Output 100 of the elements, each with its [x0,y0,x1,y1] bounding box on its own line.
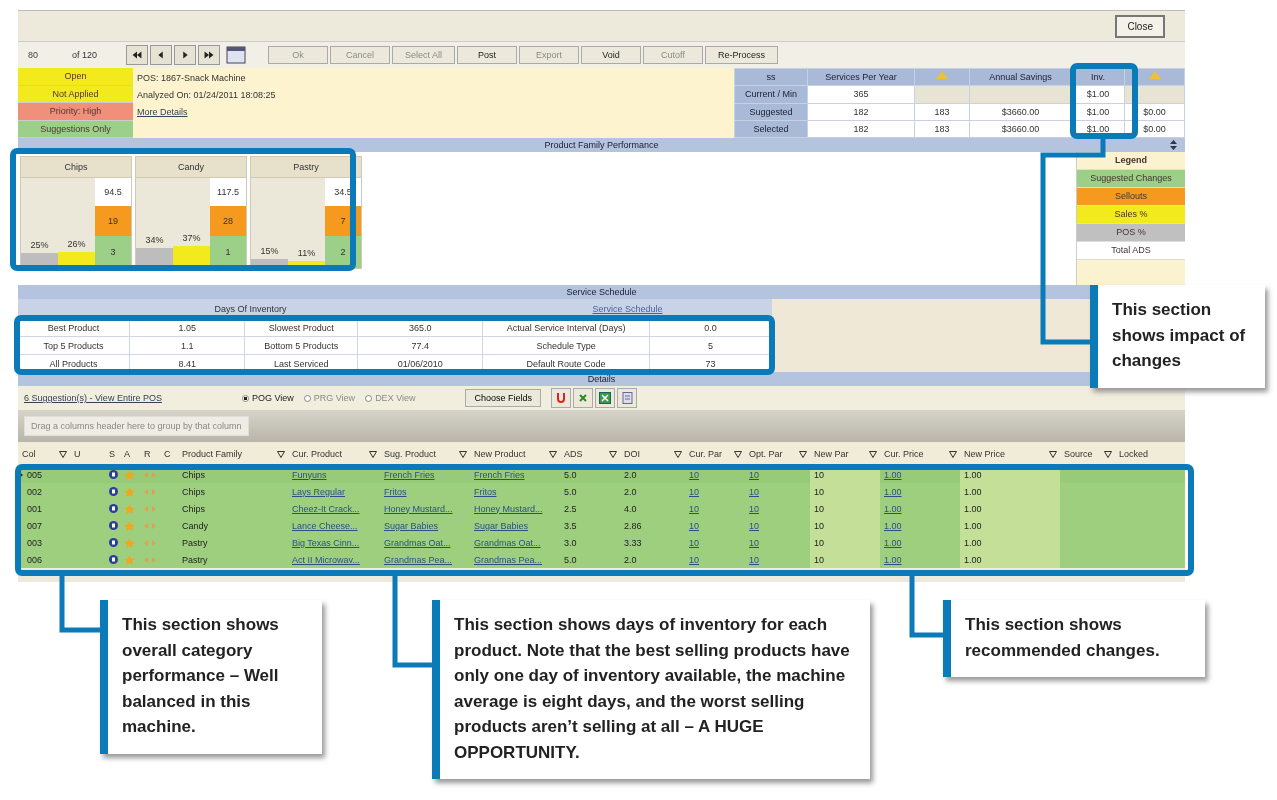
collapse-icon[interactable] [1170,140,1177,150]
table-row[interactable]: 001 Chips Cheez-It Crack... Honey Mustard... Honey Mustard... 2.5 4.0 10 10 10 1.00 1.00 [18,500,1185,517]
table-cell[interactable]: 1.00 [884,503,902,514]
column-header[interactable]: Cur. Price [884,449,924,459]
view-radio[interactable]: POG View [241,393,294,403]
table-cell[interactable]: 10 [689,520,699,531]
grid-icon[interactable] [226,46,246,64]
column-header[interactable]: Source [1064,449,1093,459]
table-cell[interactable]: 10 [749,486,759,497]
record-field[interactable]: 80 [26,49,70,61]
close-button[interactable]: Close [1115,14,1165,38]
table-cell[interactable]: 1.00 [884,537,902,548]
spreadsheet-icon[interactable] [599,392,611,404]
table-cell[interactable]: Big Texas Cinn... [292,537,360,548]
table-row[interactable]: 003 Pastry Big Texas Cinn... Grandmas Oat... Grandmas Oat... 3.0 3.33 10 10 10 1.00 1.00 [18,534,1185,551]
toolbar-button[interactable]: Void [581,46,642,64]
table-cell[interactable]: Fritos [384,486,407,497]
column-header[interactable]: Cur. Par [689,449,722,459]
filter-icon[interactable] [799,450,807,458]
filter-icon[interactable] [1049,450,1057,458]
table-cell[interactable]: 10 [689,554,699,565]
table-cell[interactable]: 1.00 [964,520,982,531]
more-details-link[interactable]: More Details [137,107,188,117]
table-cell[interactable]: 1.00 [884,520,902,531]
table-cell[interactable]: 1.00 [884,554,902,565]
table-cell[interactable]: Sugar Babies [384,520,439,531]
table-cell[interactable]: Grandmas Pea... [474,554,543,565]
document-icon[interactable] [621,392,633,404]
table-row[interactable]: 002 Chips Lays Regular Fritos Fritos 5.0 2.0 10 10 10 1.00 1.00 [18,483,1185,500]
table-cell[interactable]: 10 [749,520,759,531]
column-header[interactable]: New Product [474,449,526,459]
column-header[interactable]: DOI [624,449,640,459]
column-header[interactable]: C [164,449,171,459]
choose-fields-button[interactable]: Choose Fields [465,389,541,407]
table-cell[interactable]: 10 [814,469,824,480]
column-header[interactable]: S [109,449,115,459]
column-header[interactable]: Locked [1119,449,1149,459]
table-cell[interactable]: Grandmas Oat... [384,537,451,548]
column-header[interactable]: New Par [814,449,849,459]
table-cell[interactable]: 10 [814,486,824,497]
filter-icon[interactable] [609,450,617,458]
table-cell[interactable]: Lance Cheese... [292,520,358,531]
table-cell[interactable]: French Fries [474,469,525,480]
filter-icon[interactable] [869,450,877,458]
column-header[interactable]: ADS [564,449,583,459]
table-cell[interactable]: 10 [814,537,824,548]
column-header[interactable]: Cur. Product [292,449,343,459]
table-cell[interactable]: 10 [814,503,824,514]
table-cell[interactable]: 1.00 [964,537,982,548]
filter-icon[interactable] [1104,450,1112,458]
table-cell[interactable]: 10 [689,503,699,514]
table-cell[interactable]: Lays Regular [292,486,346,497]
table-cell[interactable]: 1.00 [884,469,902,480]
table-cell[interactable]: Fritos [474,486,497,497]
table-cell[interactable]: 10 [749,469,759,480]
table-cell[interactable]: 10 [749,554,759,565]
filter-icon[interactable] [277,450,285,458]
table-cell[interactable]: French Fries [384,469,435,480]
table-cell[interactable]: 1.00 [964,554,982,565]
filter-icon[interactable] [369,450,377,458]
table-cell[interactable]: Honey Mustard... [384,503,453,514]
column-header[interactable]: A [124,449,130,459]
table-cell[interactable]: Act II Microwav... [292,554,360,565]
table-cell[interactable]: Funyuns [292,469,327,480]
column-header[interactable]: R [144,449,151,459]
cross-icon[interactable] [579,394,587,402]
filter-icon[interactable] [59,450,67,458]
table-cell[interactable]: Grandmas Pea... [384,554,453,565]
table-row[interactable]: 007 Candy Lance Cheese... Sugar Babies Sugar Babies 3.5 2.86 10 10 10 1.00 1.00 [18,517,1185,534]
table-cell[interactable]: Grandmas Oat... [474,537,541,548]
table-row[interactable]: 006 Pastry Act II Microwav... Grandmas Pea... Grandmas Pea... 5.0 2.0 10 10 10 1.00 1.00 [18,551,1185,568]
column-header[interactable]: Product Family [182,449,243,459]
horseshoe-icon[interactable] [557,393,565,403]
filter-icon[interactable] [549,450,557,458]
column-header[interactable]: Col [22,449,36,459]
filter-icon[interactable] [459,450,467,458]
table-cell[interactable]: 1.00 [964,503,982,514]
table-cell[interactable]: Cheez-It Crack... [292,503,360,514]
table-cell[interactable]: 10 [689,486,699,497]
column-header[interactable]: Sug. Product [384,449,437,459]
toolbar-button[interactable]: Re-Process [705,46,779,64]
table-cell[interactable]: 1.00 [964,486,982,497]
table-cell[interactable]: 10 [749,503,759,514]
table-cell[interactable]: 10 [689,469,699,480]
table-cell[interactable]: 10 [749,537,759,548]
suggestions-link[interactable]: 6 Suggestion(s) - View Entire POS [24,393,162,403]
table-cell[interactable]: 10 [689,537,699,548]
table-cell[interactable]: 10 [814,520,824,531]
table-cell[interactable]: 1.00 [884,486,902,497]
column-header[interactable]: U [74,449,81,459]
column-header[interactable]: New Price [964,449,1005,459]
column-header[interactable]: Opt. Par [749,449,783,459]
filter-icon[interactable] [734,450,742,458]
table-cell[interactable]: Sugar Babies [474,520,529,531]
table-cell[interactable]: 10 [814,554,824,565]
filter-icon[interactable] [949,450,957,458]
table-cell[interactable]: 1.00 [964,469,982,480]
filter-icon[interactable] [674,450,682,458]
table-cell[interactable]: Honey Mustard... [474,503,543,514]
toolbar-button[interactable]: Post [457,46,518,64]
